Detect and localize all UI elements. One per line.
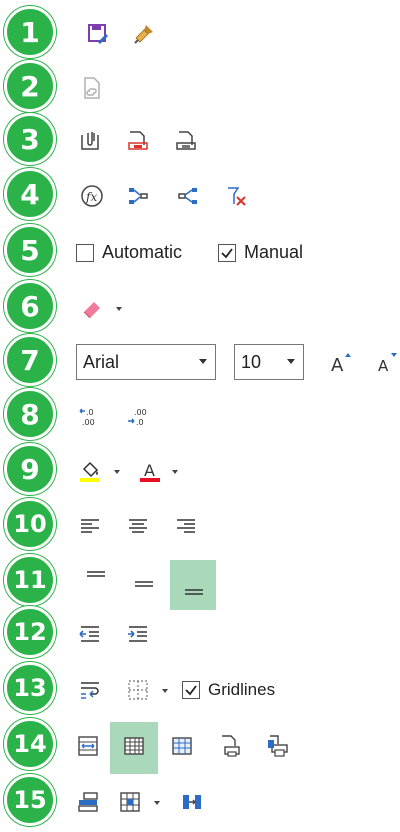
borders-icon[interactable] xyxy=(124,676,152,704)
row-4: fx xyxy=(0,170,400,222)
attach-file-icon[interactable] xyxy=(76,127,104,155)
font-family-value: Arial xyxy=(83,351,120,372)
check-icon xyxy=(185,685,197,696)
font-family-select[interactable]: Arial xyxy=(76,344,216,380)
trace-precedents-icon[interactable] xyxy=(124,182,152,210)
row-6 xyxy=(0,282,400,334)
row-8: .0.00 .00.0 xyxy=(0,390,400,442)
chevron-down-icon[interactable] xyxy=(170,467,180,477)
check-icon xyxy=(221,247,233,258)
chevron-down-icon[interactable] xyxy=(112,467,122,477)
row-7: Arial 10 A A xyxy=(0,336,400,388)
row-13: Gridlines xyxy=(0,664,400,716)
row-15 xyxy=(0,776,400,828)
row-9: A xyxy=(0,445,400,497)
automatic-option[interactable]: Automatic xyxy=(76,242,182,263)
manual-label: Manual xyxy=(244,242,304,262)
svg-text:.0: .0 xyxy=(86,408,94,417)
merge-cells-icon[interactable] xyxy=(74,788,102,816)
increase-indent-icon[interactable] xyxy=(124,620,152,648)
print-icon[interactable] xyxy=(264,732,292,760)
svg-text:A: A xyxy=(144,461,155,480)
print-preview-icon[interactable] xyxy=(216,732,244,760)
fill-color-icon[interactable] xyxy=(76,457,104,485)
align-top-icon[interactable] xyxy=(82,564,110,592)
decrease-font-icon[interactable]: A xyxy=(372,348,400,376)
link-document-icon[interactable] xyxy=(78,74,106,102)
automatic-checkbox[interactable] xyxy=(76,243,94,262)
align-middle-icon[interactable] xyxy=(130,570,158,598)
row-10 xyxy=(0,500,400,552)
distribute-icon[interactable] xyxy=(178,788,206,816)
align-bottom-icon[interactable] xyxy=(180,574,208,602)
gridlines-label: Gridlines xyxy=(208,680,276,699)
format-painter-icon[interactable] xyxy=(130,20,158,48)
svg-text:A: A xyxy=(378,357,389,374)
align-right-icon[interactable] xyxy=(172,512,200,540)
chevron-down-icon[interactable] xyxy=(160,686,170,696)
decrease-decimal-icon[interactable]: .00.0 xyxy=(124,402,152,430)
gridlines-option[interactable]: Gridlines xyxy=(182,680,275,700)
table-style-icon[interactable] xyxy=(116,788,144,816)
page-layout-icon[interactable] xyxy=(168,732,196,760)
font-size-select[interactable]: 10 xyxy=(234,344,304,380)
attach-gray-icon[interactable] xyxy=(172,127,200,155)
remove-arrows-icon[interactable] xyxy=(222,182,250,210)
row-2 xyxy=(0,62,400,114)
svg-text:.00: .00 xyxy=(134,408,147,417)
font-color-icon[interactable]: A xyxy=(136,457,164,485)
row-1 xyxy=(0,8,400,60)
normal-view-icon[interactable] xyxy=(120,732,148,760)
wrap-text-icon[interactable] xyxy=(76,676,104,704)
align-left-icon[interactable] xyxy=(76,512,104,540)
gridlines-checkbox[interactable] xyxy=(182,681,200,699)
chevron-down-icon[interactable] xyxy=(114,304,124,314)
increase-font-icon[interactable]: A xyxy=(326,348,354,376)
automatic-label: Automatic xyxy=(102,242,183,262)
trace-dependents-icon[interactable] xyxy=(174,182,202,210)
chevron-down-icon[interactable] xyxy=(152,798,162,808)
row-5: Automatic Manual xyxy=(0,226,400,278)
svg-text:fx: fx xyxy=(85,190,97,204)
chevron-down-icon xyxy=(287,359,295,364)
font-size-value: 10 xyxy=(241,351,262,372)
fit-width-icon[interactable] xyxy=(74,732,102,760)
manual-option[interactable]: Manual xyxy=(218,242,303,263)
row-11 xyxy=(0,556,400,610)
align-center-icon[interactable] xyxy=(124,512,152,540)
attach-red-icon[interactable] xyxy=(124,127,152,155)
save-edit-icon[interactable] xyxy=(84,20,112,48)
svg-text:.0: .0 xyxy=(136,418,144,427)
svg-text:.00: .00 xyxy=(82,418,95,427)
decrease-indent-icon[interactable] xyxy=(76,620,104,648)
row-12 xyxy=(0,608,400,660)
chevron-down-icon xyxy=(199,359,207,364)
increase-decimal-icon[interactable]: .0.00 xyxy=(76,402,104,430)
manual-checkbox[interactable] xyxy=(218,243,236,262)
row-3 xyxy=(0,115,400,167)
svg-text:A: A xyxy=(331,355,344,374)
row-14 xyxy=(0,720,400,774)
eraser-icon[interactable] xyxy=(78,294,106,322)
function-fx-icon[interactable]: fx xyxy=(78,182,106,210)
